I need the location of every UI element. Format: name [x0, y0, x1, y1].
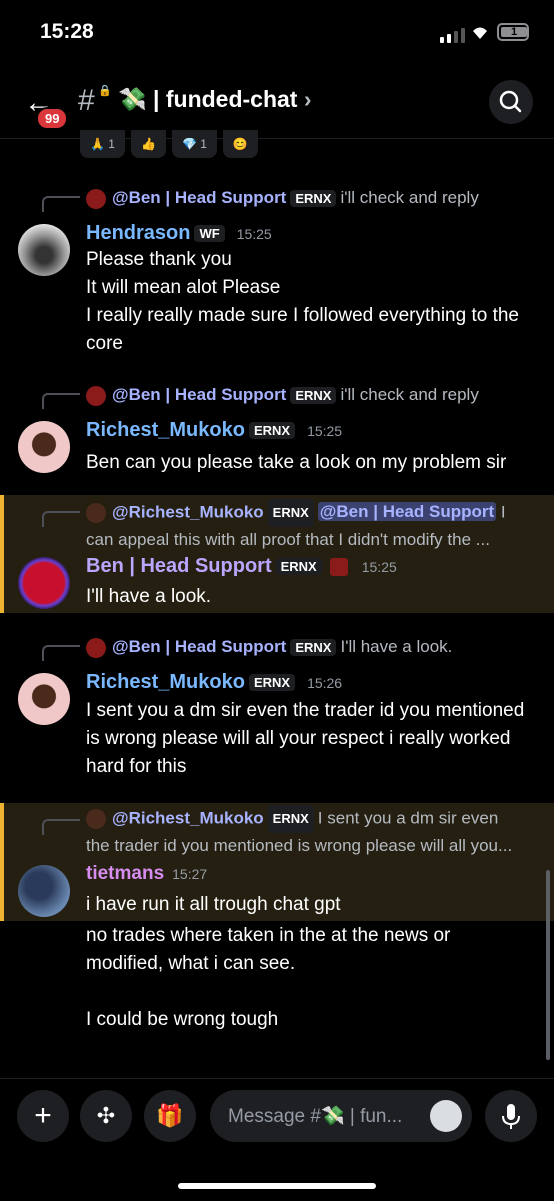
- message-text: I sent you a dm sir even the trader id y…: [86, 700, 525, 777]
- message-text: Ben can you please take a look on my pro…: [86, 452, 507, 473]
- reply-preview[interactable]: @Richest_Mukoko ERNX @Ben | Head Support I…: [86, 499, 506, 553]
- apps-button[interactable]: ✣: [80, 1090, 132, 1142]
- chevron-right-icon: ›: [303, 86, 312, 112]
- author-name[interactable]: Hendrason WF 15:25: [86, 222, 272, 245]
- channel-header: ← 99 # 🔒 💸 | funded-chat ›: [0, 64, 554, 139]
- clock: 15:28: [40, 20, 94, 43]
- gift-icon: 🎁: [156, 1103, 184, 1128]
- channel-title[interactable]: 💸 | funded-chat ›: [118, 86, 312, 113]
- followup-message: no trades where taken in the at the news…: [86, 925, 451, 1030]
- message-richest-1: @Ben | Head Support ERNX i'll check and re…: [0, 375, 554, 485]
- avatar[interactable]: [18, 557, 70, 609]
- reaction-gem[interactable]: 💎 1: [171, 130, 217, 158]
- home-indicator: [178, 1183, 376, 1189]
- avatar[interactable]: [18, 865, 70, 917]
- battery-level: 1: [501, 27, 527, 38]
- message-text: I'll have a look.: [86, 586, 212, 607]
- wifi-icon: [473, 27, 487, 39]
- message-hendrason: @Ben | Head Support ERNX i'll check and re…: [0, 178, 554, 368]
- battery-icon: 1: [497, 23, 529, 41]
- voice-button[interactable]: [485, 1090, 537, 1142]
- reaction-row: 🙏 1 👍 💎 1 😊: [80, 130, 258, 158]
- avatar[interactable]: [18, 224, 70, 276]
- reply-preview[interactable]: @Ben | Head Support ERNX I'll have a look.: [86, 637, 452, 658]
- message-ben: @Richest_Mukoko ERNX @Ben | Head Support I…: [0, 495, 554, 613]
- search-button[interactable]: [489, 80, 533, 124]
- channel-name: | funded-chat: [153, 86, 298, 112]
- author-name[interactable]: Richest_Mukoko ERNX 15:25: [86, 419, 342, 442]
- reply-preview[interactable]: @Richest_Mukoko ERNX I sent you a dm sir e…: [86, 805, 512, 859]
- message-richest-2: @Ben | Head Support ERNX I'll have a look.…: [0, 627, 554, 787]
- avatar[interactable]: [18, 421, 70, 473]
- unread-badge: 99: [36, 107, 69, 130]
- lock-icon: 🔒: [98, 85, 112, 97]
- signal-icon: [440, 28, 465, 43]
- reaction-thumbs[interactable]: 👍: [130, 130, 166, 158]
- reply-preview[interactable]: @Ben | Head Support ERNX i'll check and re…: [86, 188, 479, 209]
- emoji-icon[interactable]: [430, 1100, 462, 1132]
- channel-hash-icon: #: [78, 84, 95, 117]
- message-input[interactable]: Message #💸 | fun...: [210, 1090, 472, 1142]
- author-name[interactable]: Ben | Head Support ERNX 15:25: [86, 555, 397, 578]
- avatar[interactable]: [18, 673, 70, 725]
- author-name[interactable]: Richest_Mukoko ERNX 15:26: [86, 671, 342, 694]
- role-tag: WF: [194, 225, 225, 243]
- channel-emoji: 💸: [118, 86, 147, 112]
- plus-icon: +: [34, 1099, 52, 1132]
- message-text: i have run it all trough chat gpt: [86, 894, 341, 915]
- message-tietmans: @Richest_Mukoko ERNX I sent you a dm sir e…: [0, 803, 554, 921]
- reply-preview[interactable]: @Ben | Head Support ERNX i'll check and re…: [86, 385, 479, 406]
- status-bar: 15:28 1: [0, 0, 554, 64]
- message-placeholder: Message #💸 | fun...: [228, 1106, 403, 1127]
- search-icon: [499, 90, 522, 113]
- author-name[interactable]: tietmans 15:27: [86, 863, 207, 885]
- add-attachment-button[interactable]: +: [17, 1090, 69, 1142]
- gift-button[interactable]: 🎁: [144, 1090, 196, 1142]
- timestamp: 15:25: [236, 226, 272, 242]
- reaction-pray[interactable]: 🙏 1: [80, 130, 125, 158]
- scrollbar[interactable]: [546, 870, 550, 1060]
- add-reaction-button[interactable]: 😊: [222, 130, 258, 158]
- apps-icon: ✣: [96, 1103, 116, 1128]
- microphone-icon: [502, 1104, 520, 1129]
- message-text: Please thank you It will mean alot Please…: [86, 249, 519, 354]
